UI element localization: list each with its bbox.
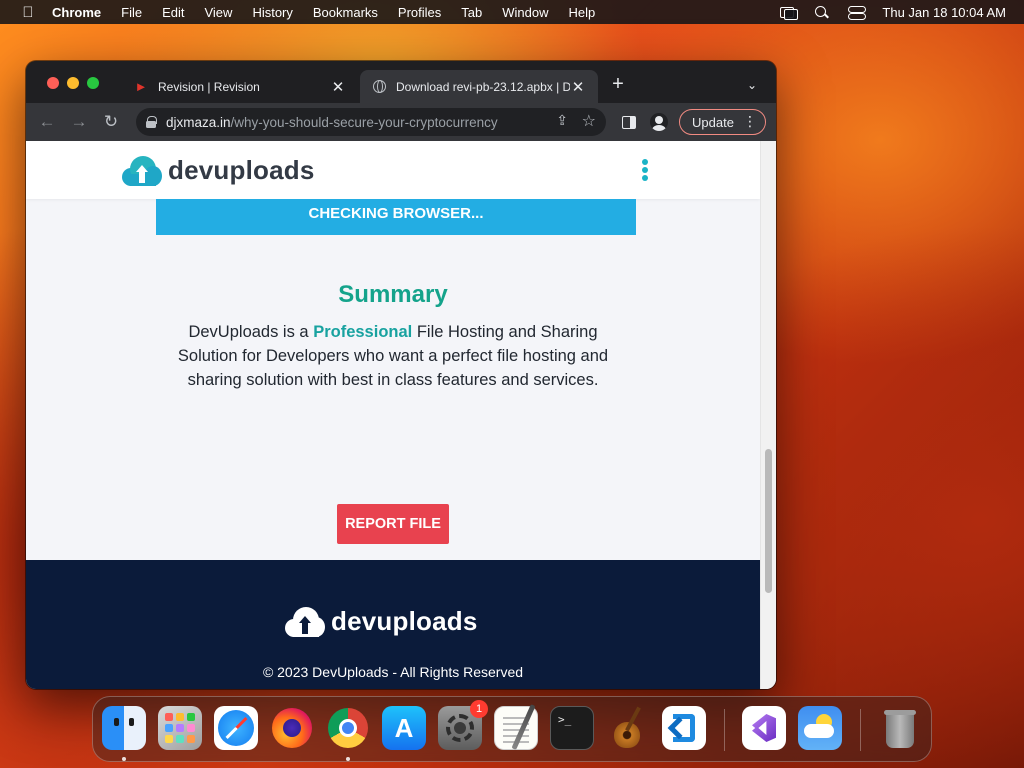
update-label: Update [692, 114, 734, 130]
menu-file[interactable]: File [121, 5, 142, 20]
tab-search-chevron-icon[interactable]: ⌄ [742, 75, 762, 95]
globe-favicon-icon [372, 80, 386, 94]
weather-icon[interactable] [798, 706, 842, 750]
cloud-upload-icon [285, 606, 325, 637]
notification-badge: 1 [470, 700, 488, 718]
fullscreen-window-button[interactable] [87, 77, 99, 89]
tab-close-icon[interactable]: ✕ [570, 78, 586, 96]
trash-icon[interactable] [878, 706, 922, 750]
safari-icon[interactable] [214, 706, 258, 750]
menu-history[interactable]: History [252, 5, 292, 20]
menu-help[interactable]: Help [569, 5, 596, 20]
dock: A 1 >_ [92, 696, 932, 762]
summary-highlight: Professional [313, 323, 413, 341]
vscode-icon[interactable] [662, 706, 706, 750]
browser-toolbar: ← → ↻ djxmaza.in/why-you-should-secure-y… [26, 103, 776, 141]
bookmark-star-icon[interactable]: ☆ [582, 111, 596, 131]
report-file-button[interactable]: REPORT FILE [337, 504, 449, 544]
address-bar[interactable]: djxmaza.in/why-you-should-secure-your-cr… [136, 108, 606, 136]
url-domain: djxmaza.in [166, 114, 231, 130]
summary-text: DevUploads is a Professional File Hostin… [166, 320, 620, 392]
garageband-icon[interactable] [606, 706, 650, 750]
finder-icon[interactable] [102, 706, 146, 750]
url-text[interactable]: djxmaza.in/why-you-should-secure-your-cr… [166, 115, 536, 130]
menu-bar:  Chrome File Edit View History Bookmark… [0, 0, 1024, 24]
chrome-window: ► Revision | Revision ✕ Download revi-pb… [26, 61, 776, 689]
chrome-menu-icon[interactable]: ⋮ [743, 113, 757, 130]
menu-tab[interactable]: Tab [461, 5, 482, 20]
dock-separator [724, 709, 725, 751]
update-button[interactable]: Update ⋮ [679, 109, 766, 135]
forward-button[interactable]: → [68, 111, 90, 133]
tab-download-devuploads[interactable]: Download revi-pb-23.12.apbx | DevUploads… [360, 70, 598, 103]
new-tab-button[interactable]: + [608, 74, 628, 95]
tab-revision[interactable]: ► Revision | Revision ✕ [122, 70, 358, 103]
devuploads-logo[interactable]: devuploads [122, 155, 314, 186]
menu-window[interactable]: Window [502, 5, 548, 20]
system-settings-icon[interactable]: 1 [438, 700, 488, 750]
logo-text: devuploads [168, 155, 315, 185]
site-footer: devuploads © 2023 DevUploads - All Right… [26, 560, 760, 689]
menu-profiles[interactable]: Profiles [398, 5, 441, 20]
page-viewport: devuploads CHECKING BROWSER... Summary D… [26, 141, 776, 689]
back-button[interactable]: ← [36, 111, 58, 133]
menu-app-chrome[interactable]: Chrome [52, 5, 101, 20]
screen-mirroring-icon[interactable] [780, 5, 799, 20]
menu-bar-clock[interactable]: Thu Jan 18 10:04 AM [882, 5, 1006, 20]
site-header: devuploads [26, 141, 760, 199]
close-window-button[interactable] [47, 77, 59, 89]
reload-button[interactable]: ↻ [100, 111, 122, 133]
share-icon[interactable]: ⇪ [556, 112, 568, 129]
menu-view[interactable]: View [204, 5, 232, 20]
terminal-icon[interactable]: >_ [550, 706, 594, 750]
menu-bar-status-area: Thu Jan 18 10:04 AM [780, 0, 1006, 24]
revision-favicon-icon: ► [134, 79, 148, 94]
menu-bookmarks[interactable]: Bookmarks [313, 5, 378, 20]
profile-avatar-icon[interactable] [650, 113, 668, 131]
tab-close-icon[interactable]: ✕ [330, 78, 346, 96]
dock-separator [860, 709, 861, 751]
running-indicator [346, 757, 350, 761]
chrome-icon[interactable] [326, 706, 370, 750]
cloud-upload-icon [122, 155, 162, 186]
footer-logo-text: devuploads [331, 606, 478, 636]
tab-strip: ► Revision | Revision ✕ Download revi-pb… [26, 61, 776, 103]
site-menu-kebab-icon[interactable] [642, 159, 650, 181]
summary-heading: Summary [338, 281, 448, 308]
textedit-icon[interactable] [494, 706, 538, 750]
summary-text-start: DevUploads is a [188, 323, 314, 341]
firefox-icon[interactable] [270, 706, 314, 750]
spotlight-search-icon[interactable] [814, 5, 830, 19]
lock-icon[interactable] [146, 116, 157, 128]
visual-studio-icon[interactable] [742, 706, 786, 750]
app-store-icon[interactable]: A [382, 706, 426, 750]
copyright-text: © 2023 DevUploads - All Rights Reserved [262, 664, 524, 680]
tab-title: Revision | Revision [158, 79, 260, 94]
footer-devuploads-logo[interactable]: devuploads [285, 606, 477, 637]
control-center-icon[interactable] [848, 5, 867, 20]
apple-icon[interactable]:  [18, 4, 38, 21]
page-scrollbar[interactable] [760, 141, 776, 689]
side-panel-icon[interactable] [622, 116, 636, 129]
launchpad-icon[interactable] [158, 706, 202, 750]
checking-browser-button[interactable]: CHECKING BROWSER... [156, 199, 636, 235]
scrollbar-thumb[interactable] [765, 449, 772, 593]
tab-title: Download revi-pb-23.12.apbx | DevUploads [396, 79, 570, 94]
running-indicator [122, 757, 126, 761]
minimize-window-button[interactable] [67, 77, 79, 89]
menu-edit[interactable]: Edit [162, 5, 184, 20]
url-path: /why-you-should-secure-your-cryptocurren… [230, 114, 498, 130]
